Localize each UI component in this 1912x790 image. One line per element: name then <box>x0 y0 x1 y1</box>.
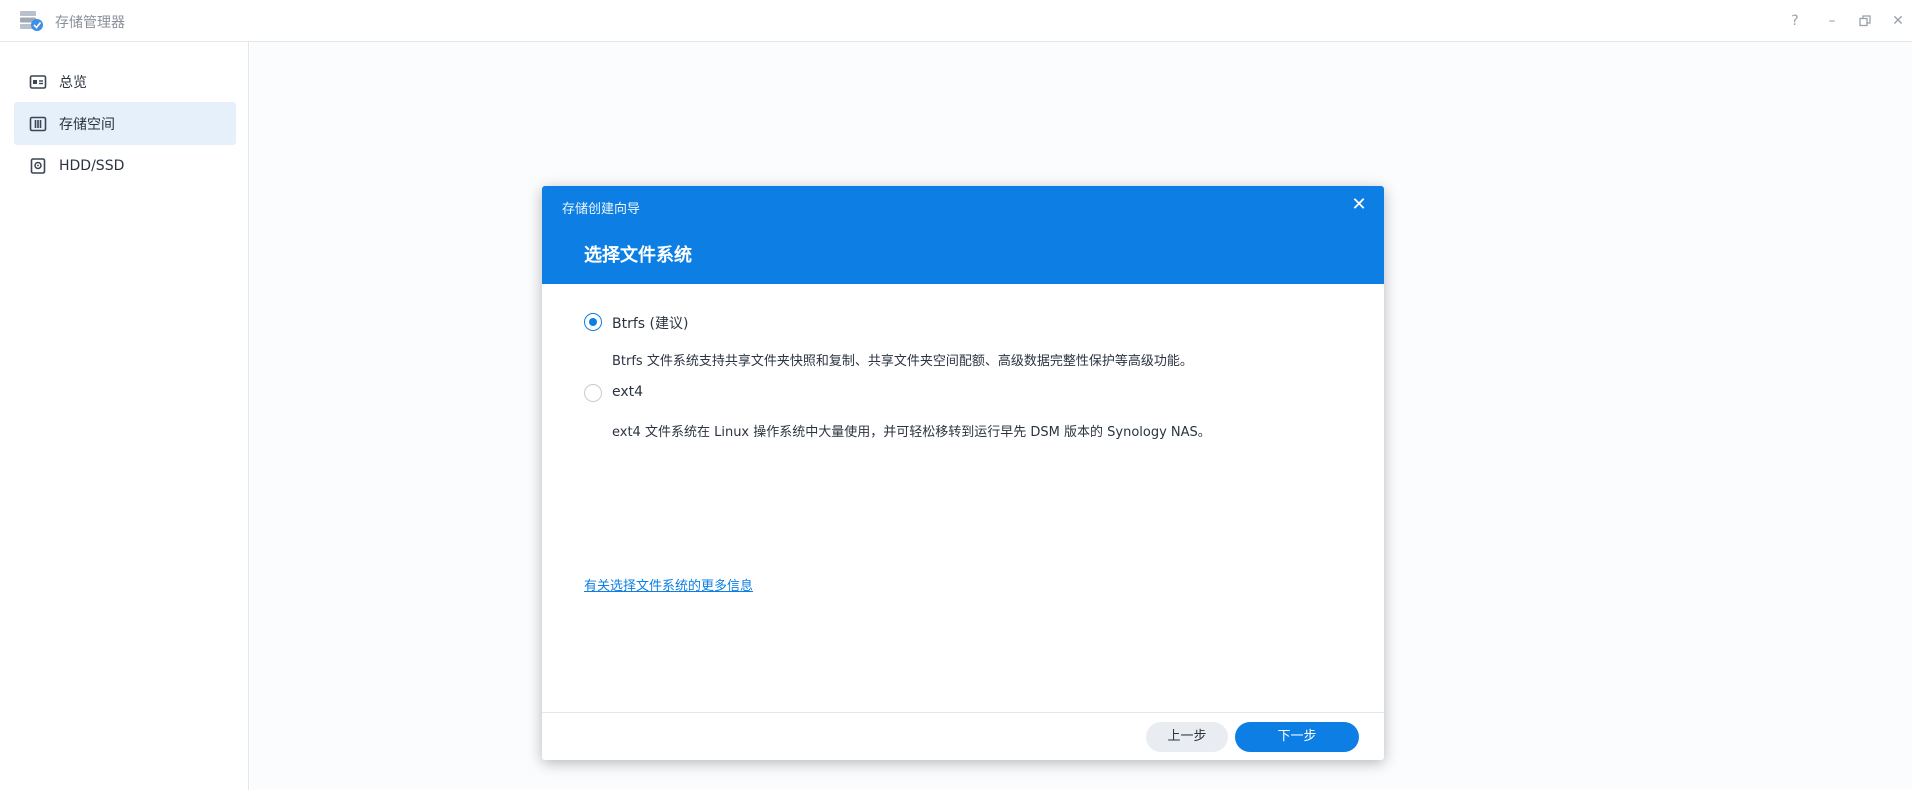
sidebar-item-storage-pool[interactable]: 存储空间 <box>14 102 236 145</box>
sidebar: 总览 存储空间 HDD/SSD <box>0 42 249 790</box>
dialog-close-icon[interactable]: ✕ <box>1348 194 1370 216</box>
help-icon[interactable]: ? <box>1784 10 1806 32</box>
btrfs-radio[interactable] <box>584 313 602 331</box>
storage-pool-icon <box>29 115 47 133</box>
btrfs-description: Btrfs 文件系统支持共享文件夹快照和复制、共享文件夹空间配额、高级数据完整性… <box>612 354 1193 369</box>
overview-icon <box>29 73 47 91</box>
sidebar-item-overview[interactable]: 总览 <box>14 60 236 103</box>
ext4-radio[interactable] <box>584 384 602 402</box>
sidebar-item-label: 存储空间 <box>59 116 115 133</box>
ext4-description: ext4 文件系统在 Linux 操作系统中大量使用，并可轻松移转到运行早先 D… <box>612 425 1211 440</box>
hdd-icon <box>29 157 47 175</box>
storage-manager-icon <box>19 9 45 33</box>
storage-creation-wizard-dialog: 存储创建向导 ✕ 选择文件系统 Btrfs (建议) Btrfs 文件系统支持共… <box>542 186 1384 760</box>
ext4-option-label[interactable]: ext4 <box>612 384 643 400</box>
window-close-icon[interactable]: ✕ <box>1887 10 1909 32</box>
next-button[interactable]: 下一步 <box>1235 722 1359 752</box>
dialog-footer: 上一步 下一步 <box>542 712 1384 760</box>
sidebar-item-hdd-ssd[interactable]: HDD/SSD <box>14 144 236 187</box>
wizard-title: 存储创建向导 <box>562 202 641 217</box>
minimize-icon[interactable]: – <box>1821 10 1843 32</box>
btrfs-option-label[interactable]: Btrfs (建议) <box>612 313 688 333</box>
dialog-body: Btrfs (建议) Btrfs 文件系统支持共享文件夹快照和复制、共享文件夹空… <box>542 284 1384 698</box>
back-button[interactable]: 上一步 <box>1146 722 1228 752</box>
restore-icon[interactable] <box>1854 10 1876 32</box>
window-title: 存储管理器 <box>55 15 125 31</box>
title-bar: 存储管理器 ? – ✕ <box>0 0 1912 42</box>
dialog-header: 存储创建向导 ✕ 选择文件系统 <box>542 186 1384 284</box>
more-info-link[interactable]: 有关选择文件系统的更多信息 <box>584 575 753 594</box>
step-title: 选择文件系统 <box>584 245 692 266</box>
sidebar-item-label: 总览 <box>59 74 87 91</box>
sidebar-item-label: HDD/SSD <box>59 157 125 174</box>
